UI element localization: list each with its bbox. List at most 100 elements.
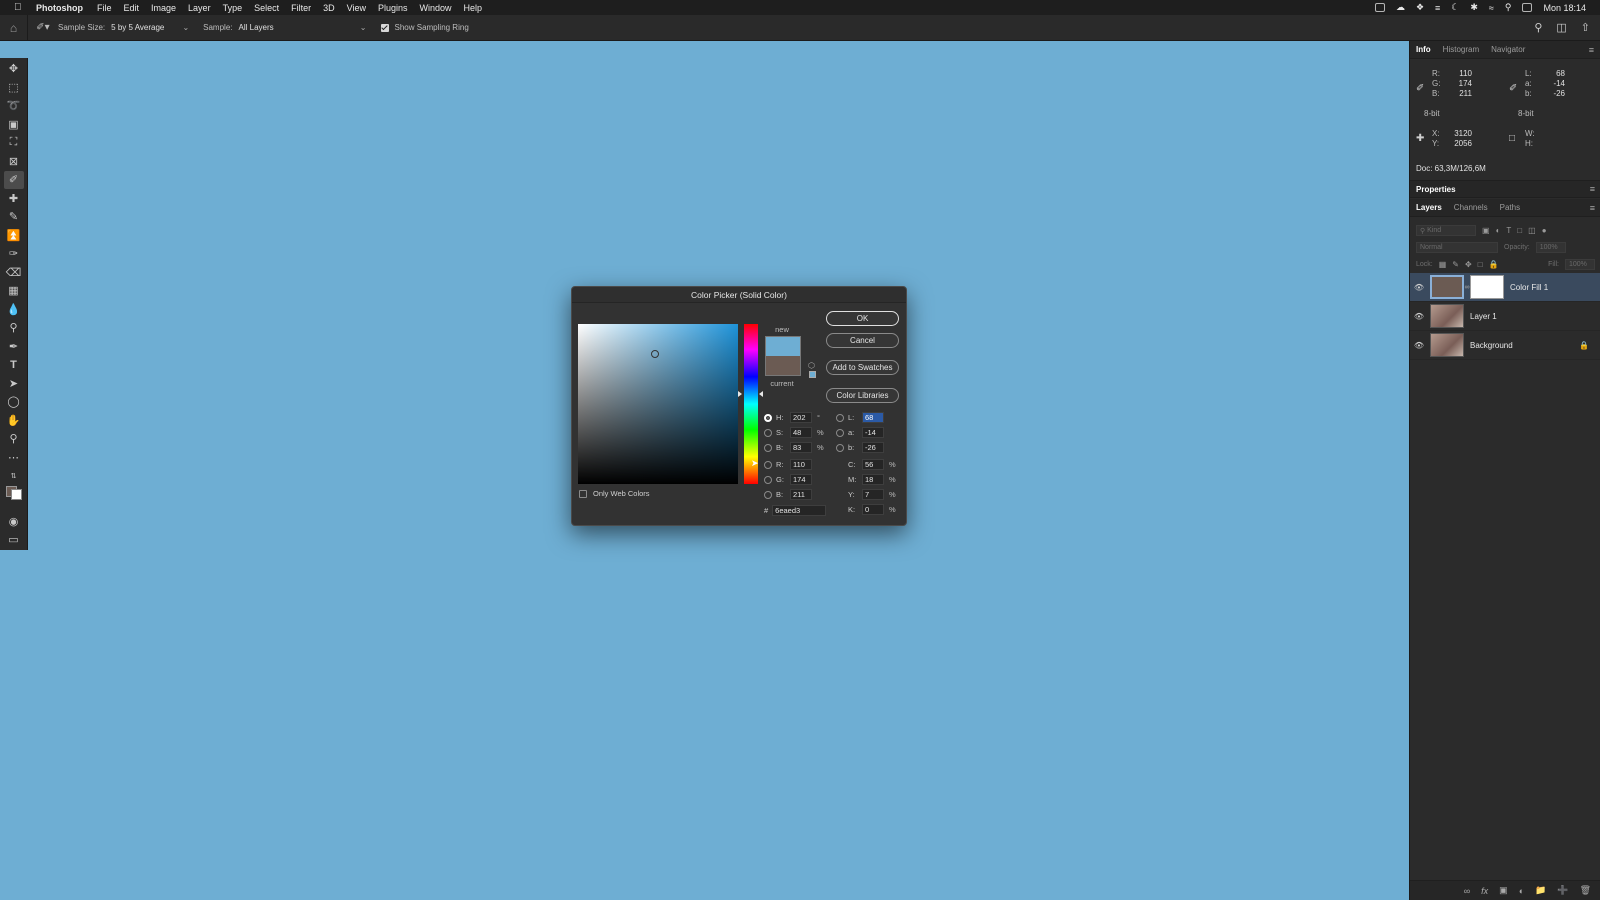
swap-colors-icon[interactable]: ⇅ bbox=[4, 467, 24, 485]
pen-tool-icon[interactable]: ✒ bbox=[4, 338, 24, 356]
green-input[interactable]: 174 bbox=[790, 474, 812, 485]
move-tool-icon[interactable]: ✥ bbox=[4, 60, 24, 78]
saturation-input[interactable]: 48 bbox=[790, 427, 812, 438]
tab-channels[interactable]: Channels bbox=[1454, 203, 1488, 212]
layer-mask-thumbnail[interactable] bbox=[1470, 275, 1504, 299]
brightness-radio[interactable] bbox=[764, 443, 772, 452]
magenta-input[interactable]: 18 bbox=[862, 474, 884, 485]
wifi-icon[interactable]: ≈ bbox=[1489, 3, 1494, 13]
more-tools-icon[interactable]: ⋯ bbox=[4, 449, 24, 467]
brush-tool-icon[interactable]: ✎ bbox=[4, 208, 24, 226]
filter-toggle-icon[interactable]: ● bbox=[1542, 226, 1547, 235]
tab-navigator[interactable]: Navigator bbox=[1491, 45, 1525, 54]
layer-name[interactable]: Background bbox=[1470, 341, 1513, 350]
history-brush-tool-icon[interactable]: ✑ bbox=[4, 245, 24, 263]
clone-stamp-tool-icon[interactable]: ⏫ bbox=[4, 227, 24, 245]
color-libraries-button[interactable]: Color Libraries bbox=[826, 388, 899, 403]
blur-tool-icon[interactable]: 💧 bbox=[4, 301, 24, 319]
menu-app-name[interactable]: Photoshop bbox=[36, 3, 83, 13]
layer-row-background[interactable]: 👁 Background 🔒 bbox=[1410, 331, 1600, 360]
tab-histogram[interactable]: Histogram bbox=[1443, 45, 1479, 54]
moon-icon[interactable]: ☾ bbox=[1451, 2, 1459, 13]
gradient-tool-icon[interactable]: ▦ bbox=[4, 282, 24, 300]
menu-window[interactable]: Window bbox=[420, 3, 452, 13]
panel-menu-icon[interactable]: ≡ bbox=[1590, 184, 1595, 194]
tab-layers[interactable]: Layers bbox=[1416, 203, 1442, 212]
red-input[interactable]: 110 bbox=[790, 459, 812, 470]
layer-row-layer-1[interactable]: 👁 Layer 1 bbox=[1410, 302, 1600, 331]
kind-filter-select[interactable]: ⚲ Kind bbox=[1416, 225, 1476, 236]
eraser-tool-icon[interactable]: ⌫ bbox=[4, 264, 24, 282]
lock-artboard-icon[interactable]: □ bbox=[1478, 260, 1483, 269]
fx-icon[interactable]: fx bbox=[1481, 886, 1488, 896]
lasso-tool-icon[interactable]: ➰ bbox=[4, 97, 24, 115]
blue-radio[interactable] bbox=[764, 490, 772, 499]
ok-button[interactable]: OK bbox=[826, 311, 899, 326]
black-input[interactable]: 0 bbox=[862, 504, 884, 515]
screen-record-icon[interactable] bbox=[1374, 3, 1385, 12]
background-color-swatch[interactable] bbox=[11, 488, 22, 500]
share-icon[interactable]: ⇧ bbox=[1581, 21, 1590, 34]
eye-icon[interactable]: 👁 bbox=[1410, 341, 1428, 350]
creative-cloud-icon[interactable]: ☁ bbox=[1396, 2, 1405, 13]
color-field[interactable] bbox=[578, 324, 738, 484]
menu-view[interactable]: View bbox=[347, 3, 366, 13]
lock-all-icon[interactable]: 🔒 bbox=[1489, 260, 1499, 269]
tab-paths[interactable]: Paths bbox=[1500, 203, 1520, 212]
eyedropper-tool-icon[interactable]: ✐ bbox=[3, 171, 24, 189]
cyan-input[interactable]: 56 bbox=[862, 459, 884, 470]
green-radio[interactable] bbox=[764, 475, 772, 484]
screen-mode-icon[interactable]: ▭ bbox=[4, 531, 24, 549]
color-selector-ring[interactable] bbox=[651, 350, 659, 358]
hex-input[interactable]: 6eaed3 bbox=[772, 505, 827, 516]
lock-transparency-icon[interactable]: ▦ bbox=[1439, 260, 1447, 269]
properties-panel-header[interactable]: Properties ≡ bbox=[1410, 180, 1600, 198]
add-mask-icon[interactable]: ▣ bbox=[1499, 885, 1508, 896]
lab-b-radio[interactable] bbox=[836, 443, 844, 452]
fill-field[interactable]: 100% bbox=[1565, 259, 1595, 270]
marquee-tool-icon[interactable]: ⬚ bbox=[4, 79, 24, 97]
web-safe-swatch[interactable] bbox=[809, 371, 816, 378]
color-swatches[interactable] bbox=[4, 485, 24, 512]
filter-type-icon[interactable]: T bbox=[1506, 226, 1511, 235]
brightness-input[interactable]: 83 bbox=[790, 442, 812, 453]
lock-position-icon[interactable]: ✥ bbox=[1465, 260, 1472, 269]
menu-filter[interactable]: Filter bbox=[291, 3, 311, 13]
yellow-input[interactable]: 7 bbox=[862, 489, 884, 500]
menu-extra-icon[interactable]: ≡ bbox=[1435, 3, 1440, 13]
frame-tool-icon[interactable]: ⊠ bbox=[4, 153, 24, 171]
type-tool-icon[interactable]: T bbox=[4, 356, 24, 374]
eye-icon[interactable]: 👁 bbox=[1410, 312, 1428, 321]
ellipse-tool-icon[interactable]: ◯ bbox=[4, 393, 24, 411]
menu-layer[interactable]: Layer bbox=[188, 3, 211, 13]
search-icon[interactable]: ⚲ bbox=[1534, 21, 1542, 34]
menu-edit[interactable]: Edit bbox=[124, 3, 140, 13]
hue-slider-handle-right[interactable] bbox=[759, 391, 763, 397]
crop-tool-icon[interactable]: ⛶ bbox=[4, 134, 24, 152]
filter-shape-icon[interactable]: □ bbox=[1517, 226, 1522, 235]
link-layers-icon[interactable]: ∞ bbox=[1464, 886, 1470, 896]
object-select-tool-icon[interactable]: ▣ bbox=[4, 116, 24, 134]
eyedropper-tool-icon[interactable]: ✐▾ bbox=[28, 22, 58, 33]
apple-icon[interactable]:  bbox=[14, 2, 28, 13]
new-layer-icon[interactable]: ➕ bbox=[1557, 885, 1568, 896]
layer-thumbnail[interactable] bbox=[1430, 304, 1464, 328]
dodge-tool-icon[interactable]: ⚲ bbox=[4, 319, 24, 337]
current-color-swatch[interactable] bbox=[765, 356, 801, 376]
dropbox-icon[interactable]: ❖ bbox=[1416, 2, 1424, 13]
blue-input[interactable]: 211 bbox=[790, 489, 812, 500]
add-to-swatches-button[interactable]: Add to Swatches bbox=[826, 360, 899, 375]
filter-smart-object-icon[interactable]: ◫ bbox=[1528, 226, 1536, 235]
hue-radio[interactable] bbox=[764, 413, 772, 422]
hue-input[interactable]: 202 bbox=[790, 412, 812, 423]
path-select-tool-icon[interactable]: ➤ bbox=[4, 375, 24, 393]
show-sampling-ring-checkbox[interactable] bbox=[380, 23, 389, 32]
sample-size-select[interactable]: 5 by 5 Average ⌄ bbox=[111, 23, 190, 32]
workspace-icon[interactable]: ◫ bbox=[1556, 21, 1566, 34]
quick-mask-icon[interactable]: ◉ bbox=[4, 513, 24, 531]
eye-icon[interactable]: 👁 bbox=[1410, 283, 1428, 292]
menu-image[interactable]: Image bbox=[151, 3, 176, 13]
new-group-icon[interactable]: 📁 bbox=[1535, 885, 1546, 896]
lab-a-input[interactable]: -14 bbox=[862, 427, 884, 438]
lab-a-radio[interactable] bbox=[836, 428, 844, 437]
